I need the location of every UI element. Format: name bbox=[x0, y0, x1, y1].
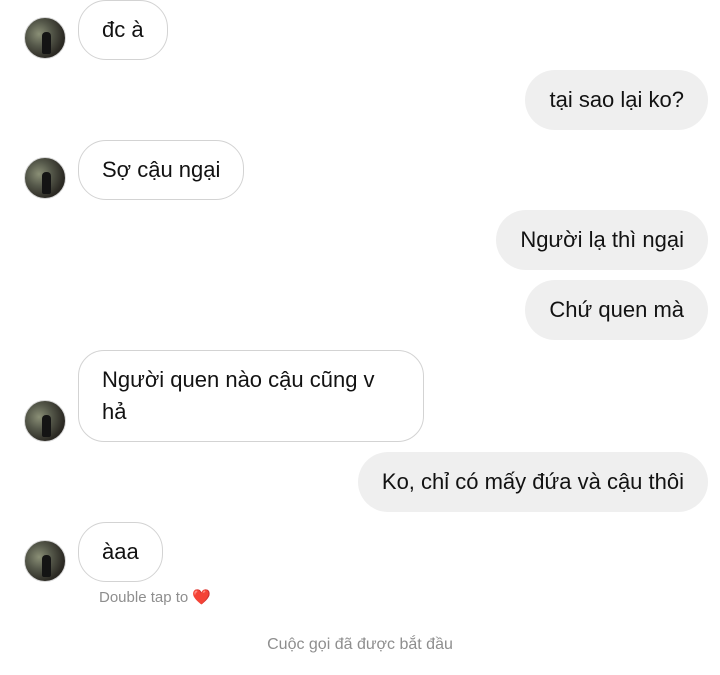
heart-icon: ❤️ bbox=[192, 589, 212, 606]
avatar[interactable] bbox=[24, 400, 66, 442]
incoming-message[interactable]: Sợ cậu ngại bbox=[78, 140, 245, 200]
incoming-message[interactable]: đc à bbox=[78, 0, 168, 60]
outgoing-message[interactable]: Chứ quen mà bbox=[525, 280, 708, 340]
avatar[interactable] bbox=[24, 540, 66, 582]
outgoing-message[interactable]: tại sao lại ko? bbox=[525, 70, 708, 130]
avatar[interactable] bbox=[24, 17, 66, 59]
incoming-message[interactable]: Người quen nào cậu cũng v hả bbox=[78, 350, 424, 442]
outgoing-message[interactable]: Người lạ thì ngại bbox=[496, 210, 708, 270]
outgoing-message[interactable]: Ko, chỉ có mấy đứa và cậu thôi bbox=[357, 452, 708, 512]
avatar[interactable] bbox=[24, 157, 66, 199]
double-tap-hint: Double tap to ❤️ bbox=[99, 588, 211, 606]
double-tap-hint-text: Double tap to bbox=[99, 589, 189, 606]
incoming-message[interactable]: àaa bbox=[78, 522, 163, 582]
call-started-notice: Cuộc gọi đã được bắt đầu bbox=[267, 636, 453, 653]
